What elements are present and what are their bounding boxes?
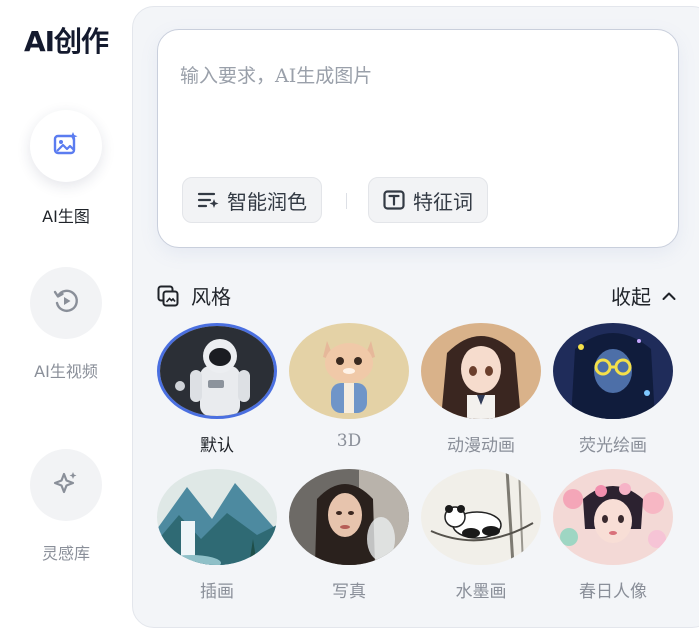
smart-polish-button[interactable]: 智能润色 [182,177,322,223]
chip-divider [346,193,347,209]
style-thumbnail-portrait [289,469,409,565]
smart-polish-label: 智能润色 [227,189,307,214]
chevron-up-icon [661,288,677,304]
style-label: 默认 [200,436,234,456]
style-card-3d[interactable]: 3D [289,323,409,451]
style-card-anime[interactable]: 动漫动画 [421,323,541,456]
layers-icon [157,285,179,307]
style-label: 3D [336,431,362,451]
style-thumbnail-3d-cat [289,323,409,419]
style-thumbnail-astronaut [157,323,277,419]
nav-label: 灵感库 [41,544,90,563]
prompt-input[interactable] [180,56,650,96]
style-label: 春日人像 [579,582,647,602]
style-card-ink[interactable]: 水墨画 [421,469,541,602]
style-title-label: 风格 [191,285,231,309]
main-panel: 智能润色 特征词 风格 [132,6,699,628]
nav-item-ai-image[interactable]: AI生图 [0,110,132,228]
app-title: AI创作 [23,25,109,58]
keywords-button[interactable]: 特征词 [368,177,488,223]
text-box-icon [383,189,405,211]
style-card-portrait[interactable]: 写真 [289,469,409,602]
style-card-default[interactable]: 默认 [157,323,277,456]
style-title: 风格 [157,281,231,310]
nav-label: AI生视频 [34,362,98,381]
style-label: 写真 [332,582,366,602]
style-thumbnail-anime-girl [421,323,541,419]
style-thumbnail-spring-girl [553,469,673,565]
style-card-neon[interactable]: 荧光绘画 [553,323,673,456]
style-label: 荧光绘画 [579,436,647,456]
sparkle-icon [52,469,80,501]
collapse-label: 收起 [611,285,651,309]
style-label: 动漫动画 [447,436,515,456]
style-thumbnail-neon-girl [553,323,673,419]
video-replay-icon [52,287,80,319]
style-card-illustration[interactable]: 插画 [157,469,277,602]
nav-circle [30,449,102,521]
style-header: 风格 收起 [157,281,677,309]
nav-circle [30,267,102,339]
prompt-box: 智能润色 特征词 [157,29,679,248]
nav-label: AI生图 [42,207,90,226]
style-thumbnail-ink-panda [421,469,541,565]
style-label: 插画 [200,582,234,602]
collapse-button[interactable]: 收起 [611,281,677,310]
left-sidebar: AI创作 AI生图 AI生视频 灵感库 [0,0,132,612]
style-thumbnail-landscape [157,469,277,565]
style-label: 水墨画 [455,582,507,602]
nav-item-ai-video[interactable]: AI生视频 [0,267,132,383]
nav-circle [30,110,102,182]
style-card-spring[interactable]: 春日人像 [553,469,673,602]
keywords-label: 特征词 [413,189,473,214]
nav-item-inspiration[interactable]: 灵感库 [0,449,132,565]
image-sparkle-icon [53,131,79,161]
polish-icon [197,189,219,211]
